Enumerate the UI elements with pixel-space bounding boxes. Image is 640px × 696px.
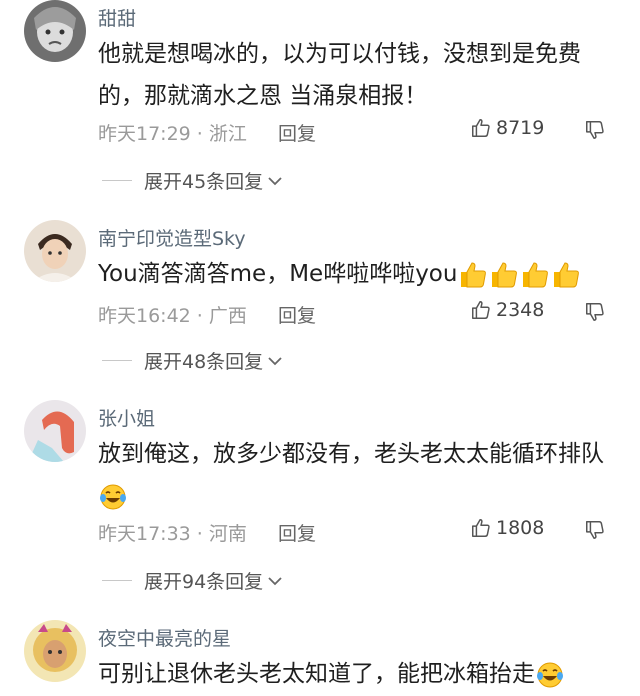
- reply-button[interactable]: 回复: [278, 301, 316, 328]
- comment-text: 可别让退休老头老太知道了，能把冰箱抬走: [98, 653, 618, 695]
- thumbs-up-outline-icon: [472, 519, 490, 537]
- chevron-down-icon: [268, 176, 282, 185]
- thumbs-up-icon: [523, 261, 549, 287]
- comment-text-content: 放到俺这，放多少都没有，老头老太太能循环排队: [98, 441, 604, 467]
- thumbs-up-outline-icon: [472, 119, 490, 137]
- divider-dash: [102, 180, 132, 181]
- divider-dash: [102, 360, 132, 361]
- like-button[interactable]: 8719: [470, 117, 544, 139]
- avatar[interactable]: [24, 400, 86, 462]
- username[interactable]: 张小姐: [98, 404, 155, 431]
- expand-replies-button[interactable]: 展开94条回复: [102, 567, 284, 594]
- chevron-down-icon: [268, 356, 282, 365]
- dislike-button[interactable]: [584, 519, 606, 545]
- comment-text-content: 他就是想喝冰的，以为可以付钱，没想到是免费的，那就滴水之恩 当涌泉相报！: [98, 41, 581, 109]
- comment-time: 昨天17:33: [98, 523, 191, 545]
- comment-location: 广西: [208, 305, 247, 327]
- reply-button[interactable]: 回复: [278, 119, 316, 146]
- expand-replies-button[interactable]: 展开45条回复: [102, 167, 284, 194]
- divider-dash: [102, 580, 132, 581]
- thumbs-up-outline-icon: [472, 301, 490, 319]
- chevron-down-icon: [268, 576, 282, 585]
- comment-meta: 昨天17:33 · 河南: [98, 519, 247, 546]
- thumbs-down-outline-icon: [586, 303, 604, 321]
- comment-text: You滴答滴答me，Me哗啦哗啦you: [98, 253, 618, 295]
- thumbs-down-outline-icon: [586, 121, 604, 139]
- expand-replies-label: 展开94条回复: [144, 571, 264, 593]
- meta-separator: ·: [190, 123, 209, 145]
- avatar[interactable]: [24, 620, 86, 682]
- like-count: 2348: [496, 299, 545, 321]
- thumbs-up-icon: [554, 261, 580, 287]
- like-count: 8719: [496, 117, 545, 139]
- laughing-tears-icon: [537, 662, 563, 687]
- comment-time: 昨天16:42: [98, 305, 191, 327]
- avatar[interactable]: [24, 220, 86, 282]
- dislike-button[interactable]: [584, 301, 606, 327]
- comment-location: 河南: [208, 523, 247, 545]
- thumbs-down-outline-icon: [586, 521, 604, 539]
- meta-separator: ·: [190, 305, 209, 327]
- meta-separator: ·: [190, 523, 209, 545]
- expand-replies-label: 展开45条回复: [144, 171, 264, 193]
- expand-replies-button[interactable]: 展开48条回复: [102, 347, 284, 374]
- username[interactable]: 南宁印觉造型Sky: [98, 224, 246, 251]
- comment-text-content: You滴答滴答me，Me哗啦哗啦you: [98, 261, 458, 287]
- comment-meta: 昨天17:29 · 浙江: [98, 119, 247, 146]
- expand-replies-label: 展开48条回复: [144, 351, 264, 373]
- comment-location: 浙江: [208, 123, 247, 145]
- dislike-button[interactable]: [584, 119, 606, 145]
- username[interactable]: 甜甜: [98, 4, 136, 31]
- comment-text: 他就是想喝冰的，以为可以付钱，没想到是免费的，那就滴水之恩 当涌泉相报！: [98, 33, 618, 117]
- comment-meta: 昨天16:42 · 广西: [98, 301, 247, 328]
- like-button[interactable]: 1808: [470, 517, 544, 539]
- like-button[interactable]: 2348: [470, 299, 544, 321]
- reply-button[interactable]: 回复: [278, 519, 316, 546]
- comment-time: 昨天17:29: [98, 123, 191, 145]
- like-count: 1808: [496, 517, 545, 539]
- avatar[interactable]: [24, 0, 86, 62]
- emoji-group: [457, 261, 581, 287]
- comment-text-content: 可别让退休老头老太知道了，能把冰箱抬走: [98, 661, 535, 687]
- comment-text: 放到俺这，放多少都没有，老头老太太能循环排队: [98, 433, 618, 517]
- thumbs-up-icon: [461, 261, 487, 287]
- comment-list: 甜甜 他就是想喝冰的，以为可以付钱，没想到是免费的，那就滴水之恩 当涌泉相报！ …: [0, 0, 640, 696]
- username[interactable]: 夜空中最亮的星: [98, 624, 231, 651]
- thumbs-up-icon: [492, 261, 518, 287]
- laughing-tears-icon: [100, 484, 126, 509]
